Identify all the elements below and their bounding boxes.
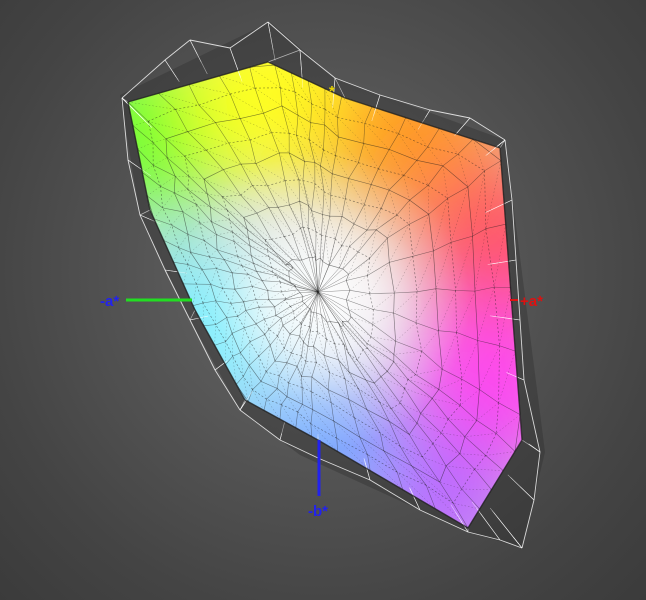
gamut-plot-canvas: -a* +a* -b* *: [0, 0, 646, 600]
neg-a-axis-label: -a*: [100, 293, 119, 310]
neg-b-axis-label: -b*: [308, 503, 328, 520]
gamut-diagram: -a* +a* -b* *: [100, 21, 545, 549]
pos-a-axis-label: +a*: [520, 293, 543, 310]
pos-b-axis-label: *: [329, 83, 335, 100]
